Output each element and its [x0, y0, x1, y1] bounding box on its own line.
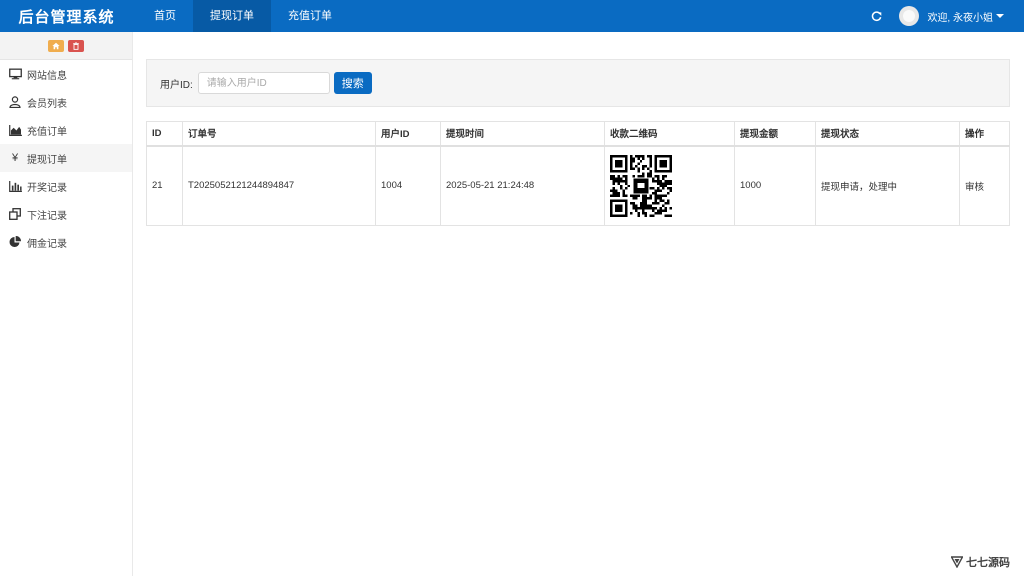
- pie-chart-icon: [8, 235, 22, 249]
- withdraw-orders-table: ID 订单号 用户ID 提现时间 收款二维码 提现金额 提现状态 操作 21 T…: [146, 121, 1010, 226]
- sidebar-item-label: 网站信息: [27, 70, 67, 82]
- sidebar-item-commission[interactable]: 佣金记录: [0, 228, 132, 256]
- sidebar-item-bets[interactable]: 下注记录: [0, 200, 132, 228]
- caret-down-icon: [996, 14, 1004, 18]
- cell-qr-code: [604, 145, 735, 226]
- top-navbar: 后台管理系统 首页 提现订单 充值订单 欢迎, 永夜小姐: [0, 0, 1024, 32]
- column-header-id: ID: [146, 121, 183, 147]
- welcome-text: 欢迎, 永夜小姐: [927, 12, 993, 24]
- sidebar-item-label: 下注记录: [27, 210, 67, 222]
- sidebar-item-label: 充值订单: [27, 126, 67, 138]
- search-label: 用户ID:: [160, 79, 193, 91]
- avatar[interactable]: [899, 6, 920, 26]
- cell-status: 提现申请，处理中: [815, 145, 960, 226]
- column-header-order-no: 订单号: [182, 121, 376, 147]
- cell-id: 21: [146, 145, 183, 226]
- area-chart-icon: [8, 123, 22, 137]
- column-header-withdraw-time: 提现时间: [440, 121, 605, 147]
- trash-shortcut-button[interactable]: [68, 39, 84, 52]
- sidebar-item-label: 提现订单: [27, 154, 67, 166]
- sidebar-item-recharge[interactable]: 充值订单: [0, 116, 132, 144]
- watermark-logo-icon: [951, 556, 963, 568]
- sidebar-item-label: 会员列表: [27, 98, 67, 110]
- sidebar-item-label: 佣金记录: [27, 238, 67, 250]
- sidebar-item-members[interactable]: 会员列表: [0, 88, 132, 116]
- sidebar-menu: 网站信息 会员列表 充值订单 ¥ 提现订单 开奖记录 下注记录 佣金记录: [0, 60, 132, 256]
- user-icon: [8, 95, 22, 109]
- nav-recharge-orders[interactable]: 充值订单: [271, 0, 349, 32]
- table-row: 21 T2025052121244894847 1004 2025-05-21 …: [146, 145, 1010, 226]
- brand-title[interactable]: 后台管理系统: [0, 6, 133, 27]
- sidebar: 网站信息 会员列表 充值订单 ¥ 提现订单 开奖记录 下注记录 佣金记录: [0, 32, 133, 576]
- cell-amount: 1000: [734, 145, 816, 226]
- refresh-icon[interactable]: [869, 9, 883, 23]
- monitor-icon: [8, 67, 22, 81]
- bar-chart-icon: [8, 179, 22, 193]
- sidebar-shortcuts: [0, 32, 132, 60]
- column-header-action: 操作: [959, 121, 1010, 147]
- clone-icon: [8, 207, 22, 221]
- user-menu[interactable]: 欢迎, 永夜小姐: [927, 9, 1004, 24]
- column-header-amount: 提现金额: [734, 121, 816, 147]
- column-header-status: 提现状态: [815, 121, 960, 147]
- search-button[interactable]: 搜索: [333, 72, 372, 94]
- cell-action: 审核: [959, 145, 1010, 226]
- trash-icon: [73, 41, 79, 50]
- column-header-qr-code: 收款二维码: [604, 121, 735, 147]
- table-header-row: ID 订单号 用户ID 提现时间 收款二维码 提现金额 提现状态 操作: [146, 121, 1010, 147]
- review-link[interactable]: 审核: [965, 182, 984, 193]
- home-icon: [52, 42, 60, 49]
- top-nav: 首页 提现订单 充值订单: [137, 0, 349, 32]
- search-panel: 用户ID: 搜索: [146, 59, 1010, 107]
- cell-withdraw-time: 2025-05-21 21:24:48: [440, 145, 605, 226]
- sidebar-item-site-info[interactable]: 网站信息: [0, 60, 132, 88]
- user-area: 欢迎, 永夜小姐: [869, 6, 1024, 26]
- watermark-text: 七七源码: [966, 556, 1010, 569]
- sidebar-item-label: 开奖记录: [27, 182, 67, 194]
- cell-user-id: 1004: [375, 145, 441, 226]
- qr-code-image[interactable]: [610, 154, 672, 217]
- watermark: 七七源码: [951, 554, 1010, 570]
- main-content: 用户ID: 搜索 ID 订单号 用户ID 提现时间 收款二维码 提现金额 提现状…: [146, 59, 1010, 226]
- cell-order-no: T2025052121244894847: [182, 145, 376, 226]
- sidebar-item-lottery[interactable]: 开奖记录: [0, 172, 132, 200]
- home-shortcut-button[interactable]: [48, 39, 64, 52]
- nav-withdraw-orders[interactable]: 提现订单: [193, 0, 271, 32]
- sidebar-item-withdraw[interactable]: ¥ 提现订单: [0, 144, 132, 172]
- user-id-search-input[interactable]: [197, 72, 330, 94]
- column-header-user-id: 用户ID: [375, 121, 441, 147]
- yen-icon: ¥: [11, 152, 19, 164]
- nav-home[interactable]: 首页: [137, 0, 193, 32]
